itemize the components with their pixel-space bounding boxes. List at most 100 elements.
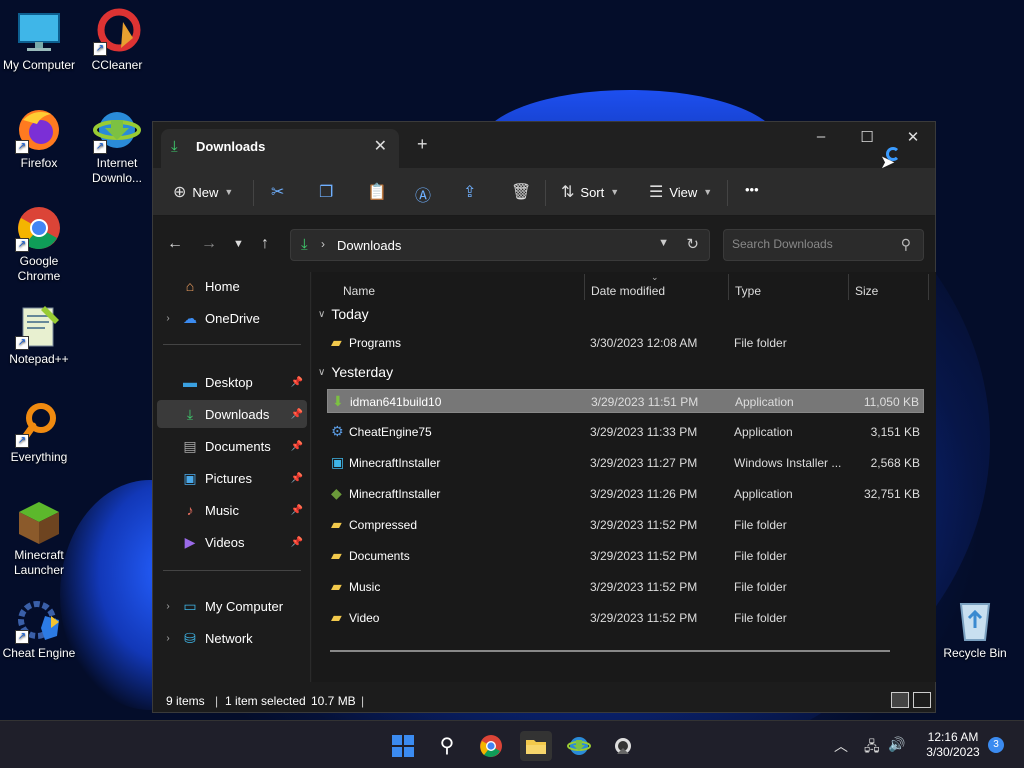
chevron-down-icon[interactable]: ▼ bbox=[658, 237, 669, 249]
up-button[interactable]: ↑ bbox=[261, 235, 269, 253]
desktop-icon-firefox[interactable]: ↗ Firefox bbox=[0, 106, 78, 171]
file-type: Application bbox=[735, 395, 794, 409]
horizontal-scrollbar[interactable] bbox=[330, 650, 890, 652]
file-row[interactable]: ▰ Video 3/29/2023 11:52 PM File folder bbox=[327, 606, 924, 630]
file-date: 3/29/2023 11:51 PM bbox=[591, 395, 699, 409]
desktop-icon-ccleaner[interactable]: ↗ CCleaner bbox=[78, 8, 156, 73]
address-bar[interactable]: ⤓ › Downloads ▼ ↻ bbox=[290, 229, 710, 261]
chevron-right-icon[interactable]: › bbox=[157, 601, 179, 612]
desktop-icon-cheat-engine[interactable]: ↗ Cheat Engine bbox=[0, 596, 78, 661]
column-header-size[interactable]: Size bbox=[855, 284, 878, 298]
nav-label: OneDrive bbox=[205, 310, 260, 326]
file-row[interactable]: ⚙ CheatEngine75 3/29/2023 11:33 PM Appli… bbox=[327, 420, 924, 444]
taskbar-chrome[interactable] bbox=[476, 731, 506, 761]
nav-item-network[interactable]: › ⛁ Network bbox=[157, 624, 307, 652]
cut-button[interactable]: ✂ bbox=[271, 182, 284, 202]
copy-button[interactable]: ❐ bbox=[319, 182, 333, 202]
column-divider[interactable] bbox=[584, 274, 585, 300]
more-options-button[interactable]: ••• bbox=[745, 182, 759, 197]
sort-button[interactable]: ⇅ Sort ▼ bbox=[561, 182, 619, 202]
search-button[interactable]: ⚲ bbox=[432, 731, 462, 761]
rename-button[interactable]: Ⓐ bbox=[415, 182, 431, 206]
tab-downloads[interactable]: ⤓ Downloads ✕ bbox=[161, 129, 399, 168]
new-tab-button[interactable]: + bbox=[417, 134, 428, 155]
group-header-yesterday[interactable]: ∨ Yesterday bbox=[318, 364, 393, 380]
nav-item-music[interactable]: ♪ Music 📌 bbox=[157, 496, 307, 524]
pin-icon[interactable]: 📌 bbox=[291, 377, 303, 388]
nav-item-home[interactable]: ⌂ Home bbox=[157, 272, 307, 300]
nav-item-pictures[interactable]: ▣ Pictures 📌 bbox=[157, 464, 307, 492]
desktop-icon-label: Notepad++ bbox=[9, 352, 69, 366]
file-row[interactable]: ▣ MinecraftInstaller 3/29/2023 11:27 PM … bbox=[327, 451, 924, 475]
paste-button[interactable]: 📋 bbox=[367, 182, 387, 202]
chevron-right-icon[interactable]: › bbox=[157, 313, 179, 324]
share-button[interactable]: ⇪ bbox=[463, 182, 476, 202]
column-divider[interactable] bbox=[848, 274, 849, 300]
chevron-right-icon[interactable]: › bbox=[157, 633, 179, 644]
new-button[interactable]: ⊕ New ▼ bbox=[173, 182, 233, 202]
desktop-icon-notepadpp[interactable]: ↗ Notepad++ bbox=[0, 302, 78, 367]
file-name: Music bbox=[349, 580, 381, 594]
pin-icon[interactable]: 📌 bbox=[291, 505, 303, 516]
column-header-name[interactable]: Name bbox=[343, 284, 375, 298]
desktop-icon-idm[interactable]: ↗ Internet Downlo... bbox=[78, 106, 156, 186]
recycle-bin-icon bbox=[951, 596, 999, 644]
volume-icon[interactable]: 🔊 bbox=[888, 736, 905, 753]
minimize-button[interactable]: – bbox=[799, 128, 843, 145]
tiles-view-button[interactable] bbox=[913, 692, 931, 708]
search-box[interactable]: ⚲ bbox=[723, 229, 924, 261]
address-path[interactable]: Downloads bbox=[337, 238, 401, 253]
search-icon[interactable]: ⚲ bbox=[901, 236, 911, 253]
file-row[interactable]: ▰ Documents 3/29/2023 11:52 PM File fold… bbox=[327, 544, 924, 568]
nav-label: Videos bbox=[205, 534, 245, 550]
search-input[interactable] bbox=[732, 237, 892, 251]
file-row[interactable]: ◆ MinecraftInstaller 3/29/2023 11:26 PM … bbox=[327, 482, 924, 506]
file-row-selected[interactable]: ⬇ idman641build10 3/29/2023 11:51 PM App… bbox=[327, 389, 924, 413]
nav-item-downloads[interactable]: ⤓ Downloads 📌 bbox=[157, 400, 307, 428]
pin-icon[interactable]: 📌 bbox=[291, 537, 303, 548]
view-button[interactable]: ☰ View ▼ bbox=[649, 182, 712, 202]
delete-button[interactable]: 🗑 bbox=[511, 182, 531, 202]
network-status-icon[interactable]: 🖧 bbox=[864, 736, 880, 760]
pin-icon[interactable]: 📌 bbox=[291, 441, 303, 452]
desktop-icon-my-computer[interactable]: My Computer bbox=[0, 8, 78, 73]
clock[interactable]: 12:16 AM 3/30/2023 bbox=[918, 730, 988, 760]
refresh-icon[interactable]: ↻ bbox=[686, 235, 699, 253]
pin-icon[interactable]: 📌 bbox=[291, 409, 303, 420]
title-bar: ⤓ Downloads ✕ + – ☐ ✕ bbox=[153, 122, 935, 168]
column-divider[interactable] bbox=[928, 274, 929, 300]
desktop-icon-chrome[interactable]: ↗ Google Chrome bbox=[0, 204, 78, 284]
desktop-icon-label: Internet Downlo... bbox=[91, 156, 143, 185]
notification-badge[interactable]: 3 bbox=[988, 737, 1004, 753]
nav-item-onedrive[interactable]: › ☁ OneDrive bbox=[157, 304, 307, 332]
nav-item-my-computer[interactable]: › ▭ My Computer bbox=[157, 592, 307, 620]
desktop-icon-recycle-bin[interactable]: Recycle Bin bbox=[936, 596, 1014, 661]
desktop-icon-everything[interactable]: ↗ Everything bbox=[0, 400, 78, 465]
start-button[interactable] bbox=[388, 731, 418, 761]
maximize-button[interactable]: ☐ bbox=[845, 128, 889, 146]
nav-item-documents[interactable]: ▤ Documents 📌 bbox=[157, 432, 307, 460]
column-divider[interactable] bbox=[728, 274, 729, 300]
nav-item-videos[interactable]: ▶ Videos 📌 bbox=[157, 528, 307, 556]
file-row[interactable]: ▰ Compressed 3/29/2023 11:52 PM File fol… bbox=[327, 513, 924, 537]
nav-item-desktop[interactable]: ▬ Desktop 📌 bbox=[157, 368, 307, 396]
recent-locations-button[interactable]: ▼ bbox=[233, 238, 244, 250]
column-header-type[interactable]: Type bbox=[735, 284, 761, 298]
details-view-button[interactable] bbox=[891, 692, 909, 708]
group-header-today[interactable]: ∨ Today bbox=[318, 306, 369, 322]
taskbar-idm[interactable] bbox=[564, 731, 594, 761]
forward-button[interactable]: → bbox=[201, 235, 217, 253]
close-tab-icon[interactable]: ✕ bbox=[374, 136, 387, 156]
monitor-icon bbox=[15, 8, 63, 56]
taskbar-file-explorer[interactable] bbox=[520, 731, 552, 761]
file-row[interactable]: ▰ Music 3/29/2023 11:52 PM File folder bbox=[327, 575, 924, 599]
show-hidden-icons-button[interactable]: ︿ bbox=[834, 736, 848, 756]
folder-icon: ▰ bbox=[331, 547, 342, 563]
back-button[interactable]: ← bbox=[167, 235, 183, 253]
desktop-icon-minecraft[interactable]: Minecraft Launcher bbox=[0, 498, 78, 578]
pin-icon[interactable]: 📌 bbox=[291, 473, 303, 484]
file-row[interactable]: ▰ Programs 3/30/2023 12:08 AM File folde… bbox=[327, 331, 924, 355]
column-header-date[interactable]: Date modified bbox=[591, 284, 665, 298]
taskbar-cheat-engine[interactable] bbox=[608, 731, 638, 761]
close-window-button[interactable]: ✕ bbox=[891, 128, 935, 146]
